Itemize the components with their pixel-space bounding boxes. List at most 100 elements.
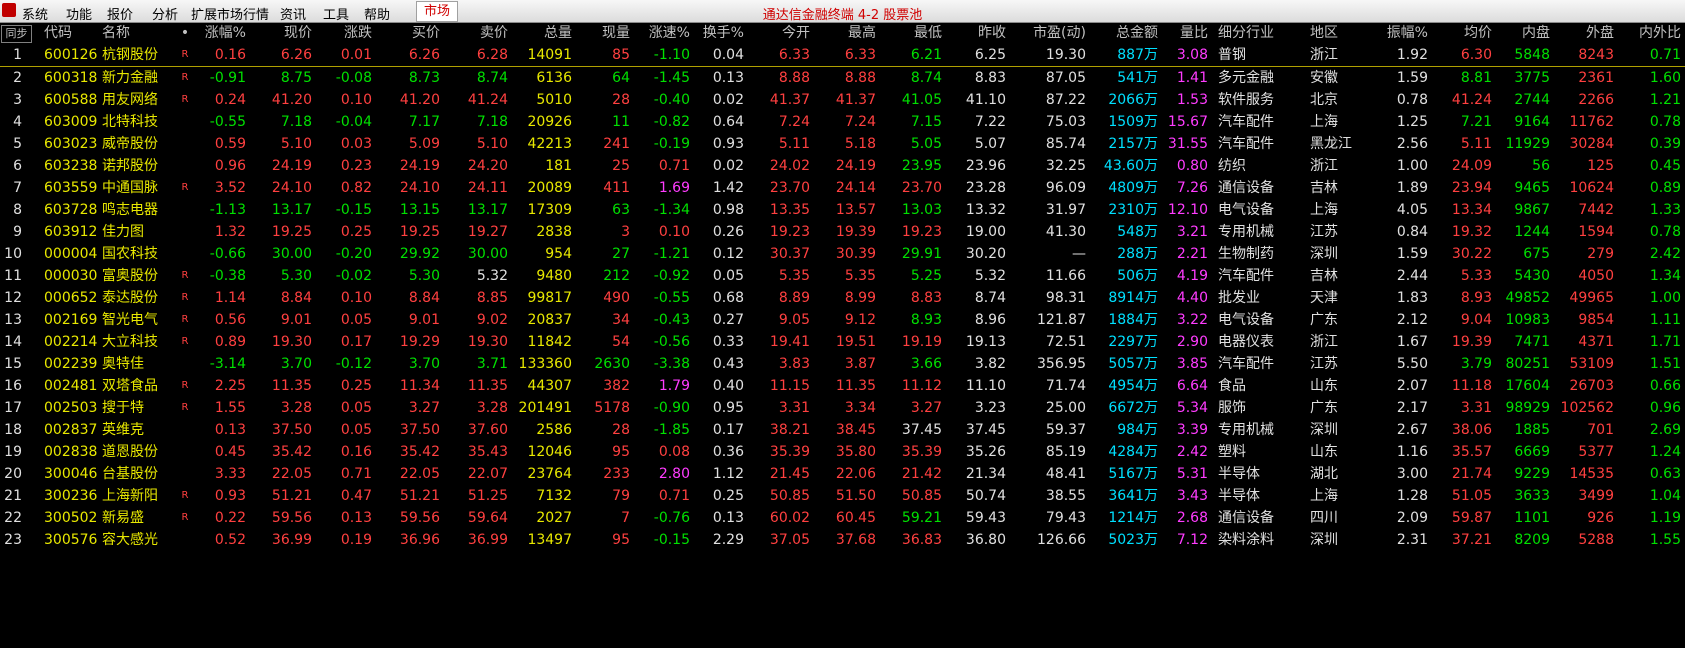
cell-inner: 17604 <box>1505 378 1550 394</box>
cell-bid: 19.29 <box>399 334 440 350</box>
header-inner[interactable]: 内盘 <box>1496 22 1550 44</box>
cell-amt: 541万 <box>1092 67 1158 89</box>
amount-value: 3641 <box>1108 488 1144 504</box>
menu-tools[interactable]: 工具 <box>323 4 349 23</box>
cell-inner: 9465 <box>1514 180 1550 196</box>
cell-chg: 0.10 <box>340 92 372 108</box>
header-ask[interactable]: 卖价 <box>444 22 508 44</box>
table-row[interactable]: 16 002481 双塔食品 R 2.25 11.35 0.25 11.34 11.35 4430… <box>0 375 1685 397</box>
cell-price: 5.10 <box>280 136 312 152</box>
table-row[interactable]: 7 603559 中通国脉 R 3.52 24.10 0.82 24.10 24.11 20089… <box>0 177 1685 199</box>
cell-amp: 1.83 <box>1396 290 1428 306</box>
header-name[interactable]: 名称 <box>102 22 174 44</box>
menu-function[interactable]: 功能 <box>66 4 92 23</box>
table-row[interactable]: 4 603009 北特科技 -0.55 7.18 -0.04 7.17 7.18 20926 11… <box>0 111 1685 133</box>
header-chg[interactable]: 涨跌 <box>316 22 372 44</box>
cell-inner: 9229 <box>1514 466 1550 482</box>
header-pe[interactable]: 市盈(动) <box>1010 22 1086 44</box>
cell-ind: 食品 <box>1218 378 1246 394</box>
header-bid[interactable]: 买价 <box>376 22 440 44</box>
table-row[interactable]: 13 002169 智光电气 R 0.56 9.01 0.05 9.01 9.02 20837 34… <box>0 309 1685 331</box>
menu-news[interactable]: 资讯 <box>280 4 306 23</box>
table-row[interactable]: 1 600126 杭钢股份 R 0.16 6.26 0.01 6.26 6.28 14091 85-… <box>0 44 1685 67</box>
cell-high: 19.51 <box>835 334 876 350</box>
cell-high: 19.39 <box>835 224 876 240</box>
table-row[interactable]: 11 000030 富奥股份 R -0.38 5.30 -0.02 5.30 5.32 9480 2… <box>0 265 1685 287</box>
table-row[interactable]: 5 603023 威帝股份 0.59 5.10 0.03 5.09 5.10 42213 241 -… <box>0 133 1685 155</box>
table-row[interactable]: 22 300502 新易盛 R 0.22 59.56 0.13 59.56 59.64 2027 7… <box>0 507 1685 529</box>
header-region[interactable]: 地区 <box>1310 22 1366 44</box>
menu-help[interactable]: 帮助 <box>364 4 390 23</box>
table-row[interactable]: 23 300576 容大感光 0.52 36.99 0.19 36.96 36.99 13497… <box>0 529 1685 551</box>
table-row[interactable]: 8 603728 鸣志电器 -1.13 13.17 -0.15 13.15 13.17 1730… <box>0 199 1685 221</box>
header-high[interactable]: 最高 <box>814 22 876 44</box>
cell-name: 威帝股份 <box>102 136 158 152</box>
cell-chg: 0.05 <box>340 400 372 416</box>
table-row[interactable]: 9 603912 佳力图 1.32 19.25 0.25 19.25 19.27 2838 3 0.… <box>0 221 1685 243</box>
cell-ratio: 3.08 <box>1176 47 1208 63</box>
header-pct[interactable]: 涨幅% <box>190 22 246 44</box>
header-ind[interactable]: 细分行业 <box>1218 22 1296 44</box>
cell-name: 北特科技 <box>102 114 158 130</box>
table-row[interactable]: 20 300046 台基股份 3.33 22.05 0.71 22.05 22.07 23764… <box>0 463 1685 485</box>
cell-pct: 0.22 <box>214 510 246 526</box>
table-row[interactable]: 19 002838 道恩股份 0.45 35.42 0.16 35.42 35.43 12046… <box>0 441 1685 463</box>
menu-quote[interactable]: 报价 <box>107 4 133 23</box>
menu-analysis[interactable]: 分析 <box>152 4 178 23</box>
app-logo-icon[interactable] <box>2 3 16 17</box>
table-row[interactable]: 3 600588 用友网络 R 0.24 41.20 0.10 41.20 41.24 5010 2… <box>0 89 1685 111</box>
menu-extended-market[interactable]: 扩展市场行情 <box>191 4 269 23</box>
header-price[interactable]: 现价 <box>250 22 312 44</box>
amount-unit: 万 <box>1144 114 1158 130</box>
cell-pct: -0.38 <box>209 268 246 284</box>
header-avg[interactable]: 均价 <box>1432 22 1492 44</box>
cell-ratio: 12.10 <box>1167 202 1208 218</box>
row-index: 6 <box>13 158 22 174</box>
header-low[interactable]: 最低 <box>880 22 942 44</box>
header-ratio[interactable]: 量比 <box>1162 22 1208 44</box>
amount-value: 506 <box>1117 268 1144 284</box>
table-row[interactable]: 6 603238 诺邦股份 0.96 24.19 0.23 24.19 24.20 181 25 0… <box>0 155 1685 177</box>
amount-unit: 万 <box>1144 532 1158 548</box>
market-button[interactable]: 市场 <box>416 1 458 22</box>
cell-speed: -1.85 <box>653 422 690 438</box>
cell-cur: 28 <box>612 92 630 108</box>
table-row[interactable]: 21 300236 上海新阳 R 0.93 51.21 0.47 51.21 51.25 7132… <box>0 485 1685 507</box>
table-row[interactable]: 12 000652 泰达股份 R 1.14 8.84 0.10 8.84 8.85 99817 49… <box>0 287 1685 309</box>
table-row[interactable]: 18 002837 英维克 0.13 37.50 0.05 37.50 37.60 2586 28… <box>0 419 1685 441</box>
menu-system[interactable]: 系统 <box>22 4 48 23</box>
table-row[interactable]: 17 002503 搜于特 R 1.55 3.28 0.05 3.27 3.28 201491 51… <box>0 397 1685 419</box>
cell-amp: 0.78 <box>1396 92 1428 108</box>
header-code[interactable]: 代码 <box>44 22 96 44</box>
cell-chg: 0.23 <box>340 158 372 174</box>
cell-outer: 26703 <box>1569 378 1614 394</box>
header-prev[interactable]: 昨收 <box>946 22 1006 44</box>
cell-pct: 0.56 <box>214 312 246 328</box>
header-io[interactable]: 内外比 <box>1618 22 1681 44</box>
header-cur[interactable]: 现量 <box>576 22 630 44</box>
cell-code: 000004 <box>44 246 98 262</box>
header-vol[interactable]: 总量 <box>512 22 572 44</box>
header-speed[interactable]: 涨速% <box>634 22 690 44</box>
header-outer[interactable]: 外盘 <box>1554 22 1614 44</box>
cell-ind: 染料涂料 <box>1218 532 1274 548</box>
header-amp[interactable]: 振幅% <box>1370 22 1428 44</box>
header-open[interactable]: 今开 <box>748 22 810 44</box>
cell-pe: 48.41 <box>1045 466 1086 482</box>
sync-button[interactable]: 同步 <box>1 25 32 43</box>
cell-code: 002838 <box>44 444 98 460</box>
cell-io: 0.96 <box>1649 400 1681 416</box>
header-amt[interactable]: 总金额 <box>1092 22 1158 44</box>
cell-turn: 0.02 <box>712 92 744 108</box>
cell-outer: 4371 <box>1578 334 1614 350</box>
cell-outer: 1594 <box>1578 224 1614 240</box>
header-turn[interactable]: 换手% <box>694 22 744 44</box>
cell-vol: 2838 <box>536 224 572 240</box>
cell-price: 51.21 <box>271 488 312 504</box>
cell-prev: 7.22 <box>974 114 1006 130</box>
menu-bar: 系统 功能 报价 分析 扩展市场行情 资讯 工具 帮助 市场 通达信金融终端 4… <box>0 0 1685 23</box>
table-row[interactable]: 2 600318 新力金融 R -0.91 8.75 -0.08 8.73 8.74 6136 64… <box>0 67 1685 89</box>
table-row[interactable]: 14 002214 大立科技 R 0.89 19.30 0.17 19.29 19.30 1184… <box>0 331 1685 353</box>
table-row[interactable]: 10 000004 国农科技 -0.66 30.00 -0.20 29.92 30.00 954… <box>0 243 1685 265</box>
table-row[interactable]: 15 002239 奥特佳 -3.14 3.70 -0.12 3.70 3.71 133360 2… <box>0 353 1685 375</box>
